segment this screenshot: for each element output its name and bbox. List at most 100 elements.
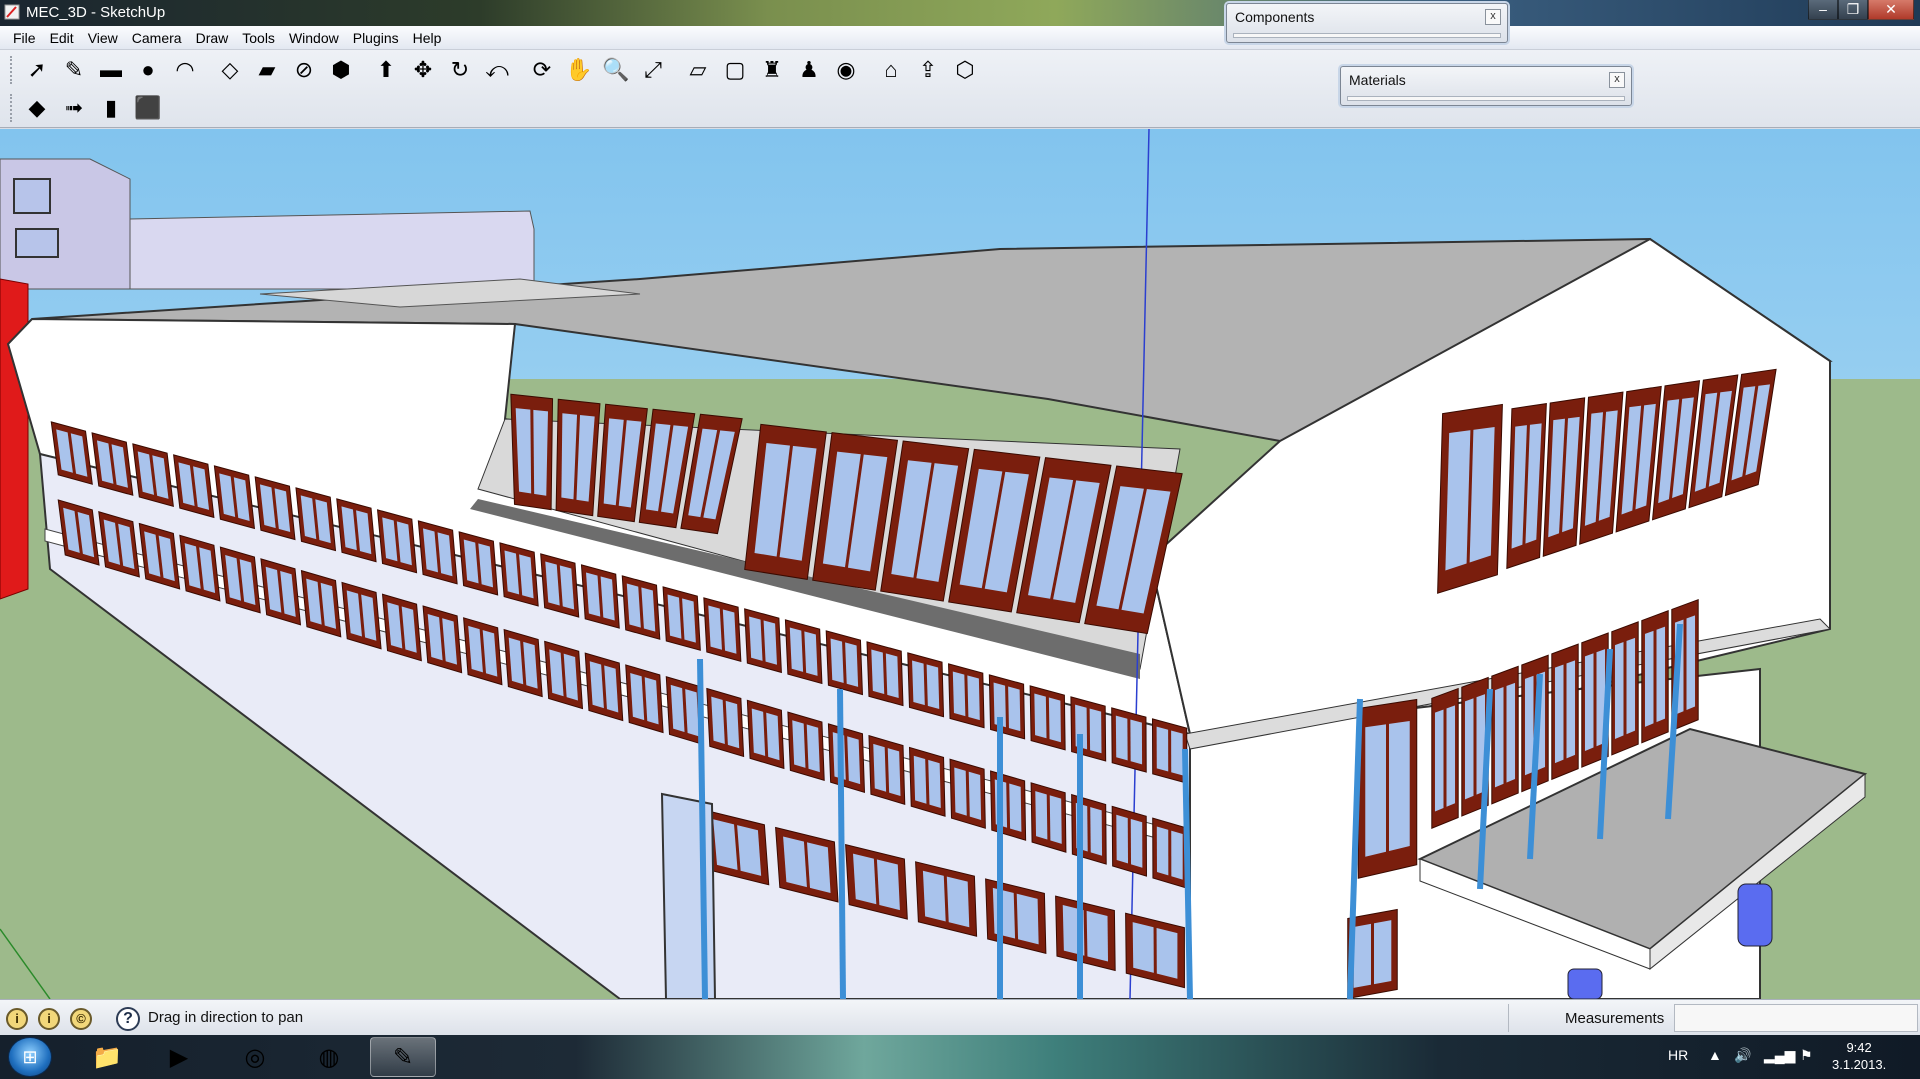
components-close-icon[interactable]: x (1485, 9, 1501, 25)
canopy-column (1567, 968, 1603, 999)
background-window (15, 228, 59, 258)
push-pull-tool-icon[interactable]: ⬆ (369, 54, 403, 86)
window-mullion (1006, 781, 1011, 830)
window-mullion (760, 618, 766, 663)
google-earth-icon[interactable]: ◆ (20, 92, 54, 124)
materials-collapsed-body (1347, 96, 1625, 101)
photo-textures-icon[interactable]: ⬛ (131, 92, 165, 124)
volume-icon[interactable]: 🔊 (1734, 1047, 1751, 1064)
position-camera-icon[interactable]: ♜ (755, 54, 789, 86)
menu-plugins[interactable]: Plugins (346, 30, 406, 46)
menu-window[interactable]: Window (282, 30, 346, 46)
materials-dialog[interactable]: Materials x (1340, 66, 1632, 106)
credits-icon[interactable]: i (38, 1008, 60, 1030)
network-icon[interactable]: ▂▄▆ (1764, 1047, 1795, 1064)
close-button[interactable]: ✕ (1868, 0, 1914, 20)
select-tool-icon[interactable]: ➚ (20, 54, 54, 86)
window-mullion (1086, 706, 1091, 751)
move-tool-icon[interactable]: ✥ (406, 54, 440, 86)
window-mullion (1083, 909, 1088, 958)
clock-date: 3.1.2013. (1832, 1057, 1887, 1072)
show-hidden-icons-icon[interactable]: ▲ (1708, 1047, 1722, 1063)
help-icon[interactable]: ? (116, 1007, 140, 1031)
components-dialog-title[interactable]: Components (1235, 9, 1314, 25)
share-component-icon[interactable]: ⬡ (948, 54, 982, 86)
facade-column (837, 688, 846, 999)
toolbar-area: ➚ ✎ ▬ ● ◠ ◇ ▰ ⊘ ⬢ ⬆ ✥ ↻ ⤺ ⟳ ✋ 🔍 ⤢ ▱ ▢ ♜ ♟ ◉ ⌂ ⇪ ⬡ ◆ ➟ ▮ ⬛ (0, 50, 1920, 128)
clock-time: 9:42 (1846, 1040, 1872, 1055)
get-models-icon[interactable]: ⌂ (874, 54, 908, 86)
file-explorer-icon[interactable]: 📁 (74, 1037, 140, 1077)
toolbar-grip[interactable] (10, 56, 14, 84)
language-indicator[interactable]: HR (1668, 1047, 1688, 1063)
chrome-icon[interactable]: ◎ (222, 1037, 288, 1077)
system-tray: HR ▲ 🔊 ▂▄▆ ⚑ 9:42 3.1.2013. (1660, 1035, 1920, 1079)
model-viewport[interactable] (0, 129, 1920, 999)
maximize-button[interactable]: ❐ (1838, 0, 1868, 20)
materials-dialog-title[interactable]: Materials (1349, 72, 1406, 88)
orbit-tool-icon[interactable]: ⟳ (525, 54, 559, 86)
components-dialog[interactable]: Components x (1226, 3, 1508, 43)
status-bar: i i © ? Drag in direction to pan Measure… (0, 999, 1920, 1035)
zoom-tool-icon[interactable]: 🔍 (599, 54, 633, 86)
menu-bar: File Edit View Camera Draw Tools Window … (0, 26, 1920, 50)
menu-tools[interactable]: Tools (235, 30, 282, 46)
minimize-button[interactable]: – (1808, 0, 1838, 20)
tape-measure-tool-icon[interactable]: ⊘ (287, 54, 321, 86)
window-mullion (530, 407, 535, 496)
walk-tool-icon[interactable]: ♟ (792, 54, 826, 86)
title-bar: MEC_3D - SketchUp – ❐ ✕ (0, 0, 1920, 26)
zoom-extents-icon[interactable]: ⤢ (636, 54, 670, 86)
paint-bucket-tool-icon[interactable]: ⬢ (324, 54, 358, 86)
sketchup-icon[interactable]: ✎ (370, 1037, 436, 1077)
window-mullion (925, 758, 930, 806)
building-model-scene[interactable] (0, 129, 1920, 999)
circle-tool-icon[interactable]: ● (131, 54, 165, 86)
window-controls: – ❐ ✕ (1808, 0, 1914, 20)
window-mullion (763, 710, 769, 758)
window-mullion (1013, 892, 1019, 941)
menu-camera[interactable]: Camera (125, 30, 189, 46)
sketchup-app-icon[interactable] (4, 4, 20, 20)
start-button[interactable]: ⊞ (8, 1037, 52, 1077)
measurements-input[interactable] (1674, 1004, 1918, 1032)
rectangle-tool-icon[interactable]: ▬ (94, 54, 128, 86)
materials-close-icon[interactable]: x (1609, 72, 1625, 88)
make-component-icon[interactable]: ◇ (213, 54, 247, 86)
window-mullion (882, 651, 888, 696)
arc-tool-icon[interactable]: ◠ (168, 54, 202, 86)
menu-draw[interactable]: Draw (189, 30, 236, 46)
toggle-terrain-icon[interactable]: ▮ (94, 92, 128, 124)
background-window (13, 178, 51, 214)
window-mullion (842, 640, 847, 685)
canopy-column (1737, 883, 1773, 947)
status-hint: Drag in direction to pan (148, 1009, 304, 1026)
previous-view-icon[interactable]: ▱ (681, 54, 715, 86)
components-collapsed-body (1233, 33, 1501, 38)
menu-edit[interactable]: Edit (43, 30, 81, 46)
menu-file[interactable]: File (6, 30, 43, 46)
copyright-icon[interactable]: © (70, 1008, 92, 1030)
eraser-tool-icon[interactable]: ▰ (250, 54, 284, 86)
next-view-icon[interactable]: ▢ (718, 54, 752, 86)
look-around-icon[interactable]: ◉ (829, 54, 863, 86)
firefox-icon[interactable]: ◍ (296, 1037, 362, 1077)
toolbar-row-main: ➚ ✎ ▬ ● ◠ ◇ ▰ ⊘ ⬢ ⬆ ✥ ↻ ⤺ ⟳ ✋ 🔍 ⤢ ▱ ▢ ♜ ♟ ◉ ⌂ ⇪ ⬡ (0, 52, 985, 88)
add-location-icon[interactable]: ➟ (57, 92, 91, 124)
menu-help[interactable]: Help (406, 30, 449, 46)
window-mullion (965, 770, 970, 818)
geo-location-icon[interactable]: i (6, 1008, 28, 1030)
menu-view[interactable]: View (81, 30, 125, 46)
share-model-icon[interactable]: ⇪ (911, 54, 945, 86)
window-mullion (1005, 684, 1009, 729)
toolbar-grip[interactable] (10, 94, 14, 122)
media-player-icon[interactable]: ▶ (146, 1037, 212, 1077)
pencil-line-tool-icon[interactable]: ✎ (57, 54, 91, 86)
pan-tool-icon[interactable]: ✋ (562, 54, 596, 86)
rotate-tool-icon[interactable]: ↻ (443, 54, 477, 86)
offset-tool-icon[interactable]: ⤺ (480, 54, 514, 86)
action-center-icon[interactable]: ⚑ (1800, 1047, 1813, 1064)
window-mullion (964, 673, 969, 718)
clock[interactable]: 9:42 3.1.2013. (1832, 1039, 1886, 1073)
taskbar: ⊞ 📁 ▶ ◎ ◍ ✎ HR ▲ 🔊 ▂▄▆ ⚑ 9:42 3.1.2013. (0, 1035, 1920, 1079)
